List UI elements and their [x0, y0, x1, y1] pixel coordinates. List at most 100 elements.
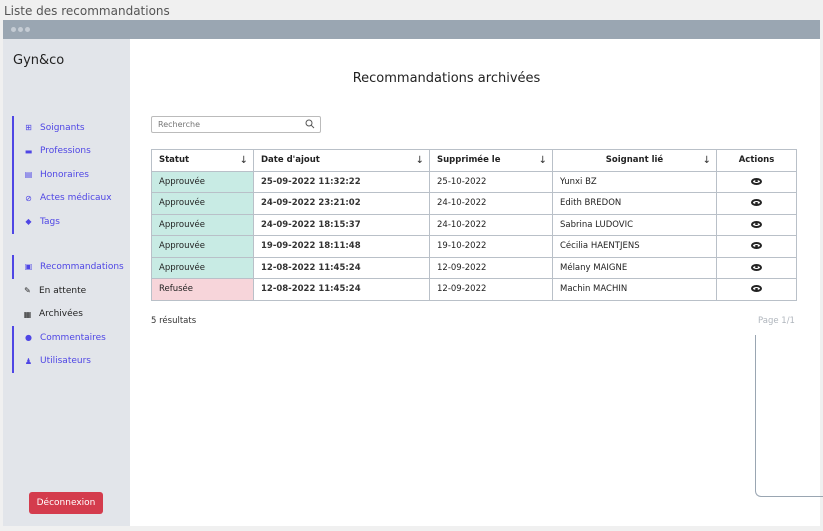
actions-cell	[716, 170, 797, 193]
chat-icon: ●	[25, 333, 32, 343]
table-row: Refusée 12-08-2022 11:45:24 12-09-2022 M…	[151, 278, 797, 301]
view-eye-icon[interactable]	[751, 242, 762, 250]
archive-icon: ▦	[23, 309, 32, 319]
date-added-cell: 24-09-2022 18:15:37	[253, 213, 430, 236]
caregiver-cell: Mélany MAIGNE	[552, 256, 717, 279]
table-row: Approuvée 25-09-2022 11:32:22 25-10-2022…	[151, 170, 797, 193]
page-title: Recommandations archivées	[352, 71, 541, 86]
view-eye-icon[interactable]	[751, 199, 762, 207]
recommendations-table: Statut ↓ Date d'ajout ↓ Supprimée le ↓ S…	[151, 149, 797, 301]
results-count: 5 résultats	[151, 316, 197, 326]
sidebar-item-label: Honoraires	[40, 169, 89, 180]
caregiver-cell: Yunxi BZ	[552, 170, 717, 193]
date-deleted-cell: 25-10-2022	[429, 170, 553, 193]
status-cell: Approuvée	[151, 235, 254, 258]
view-eye-icon[interactable]	[751, 177, 762, 185]
sort-arrow-icon[interactable]: ↓	[240, 155, 248, 166]
main-panel: Recommandations archivées Statut ↓ Date …	[130, 39, 823, 526]
date-added-cell: 12-08-2022 11:45:24	[253, 256, 430, 279]
table-row: Approuvée 24-09-2022 18:15:37 24-10-2022…	[151, 213, 797, 236]
date-added-cell: 19-09-2022 18:11:48	[253, 235, 430, 258]
pencil-icon: ✎	[24, 286, 31, 296]
nav-group-community: ● Commentaires ♟ Utilisateurs	[12, 326, 106, 373]
sidebar-item-honoraires[interactable]: ▤ Honoraires	[14, 163, 112, 187]
nav-group-recommendations: ▣ Recommandations	[12, 255, 124, 279]
date-added-cell: 12-08-2022 11:45:24	[253, 278, 430, 301]
pagination-label: Page 1/1	[758, 316, 795, 326]
sidebar: Gyn&co ⊞ Soignants ▬ Professions ▤ Honor…	[3, 39, 130, 526]
sidebar-item-utilisateurs[interactable]: ♟ Utilisateurs	[14, 350, 106, 374]
nav-sub-recommendations: ✎ En attente ▦ Archivées	[23, 279, 86, 326]
date-added-cell: 24-09-2022 23:21:02	[253, 192, 430, 215]
nav-group-admin: ⊞ Soignants ▬ Professions ▤ Honoraires ⊘…	[12, 116, 112, 234]
column-header-soignant-lie[interactable]: Soignant lié ↓	[552, 149, 717, 172]
table-header-row: Statut ↓ Date d'ajout ↓ Supprimée le ↓ S…	[151, 149, 797, 172]
status-cell: Approuvée	[151, 256, 254, 279]
sidebar-item-professions[interactable]: ▬ Professions	[14, 140, 112, 164]
window-dot-icon	[25, 27, 30, 32]
view-eye-icon[interactable]	[751, 220, 762, 228]
clipboard-icon: ▣	[24, 262, 33, 272]
date-deleted-cell: 12-09-2022	[429, 278, 553, 301]
sidebar-item-label: Archivées	[39, 309, 83, 320]
status-cell: Approuvée	[151, 170, 254, 193]
link-icon: ⊘	[25, 193, 32, 203]
actions-cell	[716, 213, 797, 236]
actions-cell	[716, 256, 797, 279]
users-icon: ♟	[24, 356, 33, 366]
logout-button[interactable]: Déconnexion	[29, 492, 103, 514]
table-row: Approuvée 12-08-2022 11:45:24 12-09-2022…	[151, 256, 797, 279]
sidebar-item-label: Actes médicaux	[40, 193, 112, 204]
plus-square-icon: ⊞	[25, 123, 32, 133]
sort-arrow-icon[interactable]: ↓	[416, 155, 424, 166]
search-input[interactable]	[151, 116, 321, 133]
brand-logo: Gyn&co	[13, 53, 65, 68]
connector-line	[755, 335, 823, 497]
view-eye-icon[interactable]	[751, 263, 762, 271]
date-deleted-cell: 12-09-2022	[429, 256, 553, 279]
column-header-date-ajout[interactable]: Date d'ajout ↓	[253, 149, 430, 172]
sidebar-item-actes-medicaux[interactable]: ⊘ Actes médicaux	[14, 187, 112, 211]
view-eye-icon[interactable]	[751, 285, 762, 293]
sidebar-item-label: Soignants	[40, 122, 85, 133]
caregiver-cell: Edith BREDON	[552, 192, 717, 215]
sort-arrow-icon[interactable]: ↓	[703, 155, 711, 166]
column-header-actions: Actions	[716, 149, 797, 172]
tag-icon: ◆	[25, 217, 32, 227]
window-dot-icon	[11, 27, 16, 32]
sidebar-item-archivees[interactable]: ▦ Archivées	[23, 303, 86, 327]
window-chrome	[3, 20, 820, 39]
window-dot-icon	[18, 27, 23, 32]
sidebar-item-label: Commentaires	[40, 332, 106, 343]
search-icon[interactable]	[305, 119, 315, 129]
sidebar-item-label: Utilisateurs	[40, 356, 91, 367]
sidebar-item-en-attente[interactable]: ✎ En attente	[23, 279, 86, 303]
date-deleted-cell: 24-10-2022	[429, 213, 553, 236]
receipt-icon: ▤	[24, 170, 33, 180]
caregiver-cell: Cécilia HAENTJENS	[552, 235, 717, 258]
sidebar-item-soignants[interactable]: ⊞ Soignants	[14, 116, 112, 140]
sidebar-item-recommandations[interactable]: ▣ Recommandations	[14, 255, 124, 279]
sidebar-item-label: Tags	[40, 216, 60, 227]
sidebar-item-tags[interactable]: ◆ Tags	[14, 210, 112, 234]
date-deleted-cell: 24-10-2022	[429, 192, 553, 215]
status-cell: Approuvée	[151, 192, 254, 215]
actions-cell	[716, 235, 797, 258]
date-added-cell: 25-09-2022 11:32:22	[253, 170, 430, 193]
sidebar-item-commentaires[interactable]: ● Commentaires	[14, 326, 106, 350]
briefcase-icon: ▬	[24, 146, 33, 156]
column-header-statut[interactable]: Statut ↓	[151, 149, 254, 172]
actions-cell	[716, 278, 797, 301]
status-cell: Refusée	[151, 278, 254, 301]
actions-cell	[716, 192, 797, 215]
caregiver-cell: Sabrina LUDOVIC	[552, 213, 717, 236]
status-cell: Approuvée	[151, 213, 254, 236]
table-row: Approuvée 24-09-2022 23:21:02 24-10-2022…	[151, 192, 797, 215]
sidebar-item-label: Recommandations	[40, 261, 124, 272]
caregiver-cell: Machin MACHIN	[552, 278, 717, 301]
table-row: Approuvée 19-09-2022 18:11:48 19-10-2022…	[151, 235, 797, 258]
sort-arrow-icon[interactable]: ↓	[539, 155, 547, 166]
column-header-supprimee-le[interactable]: Supprimée le ↓	[429, 149, 553, 172]
date-deleted-cell: 19-10-2022	[429, 235, 553, 258]
sidebar-item-label: Professions	[40, 146, 91, 157]
